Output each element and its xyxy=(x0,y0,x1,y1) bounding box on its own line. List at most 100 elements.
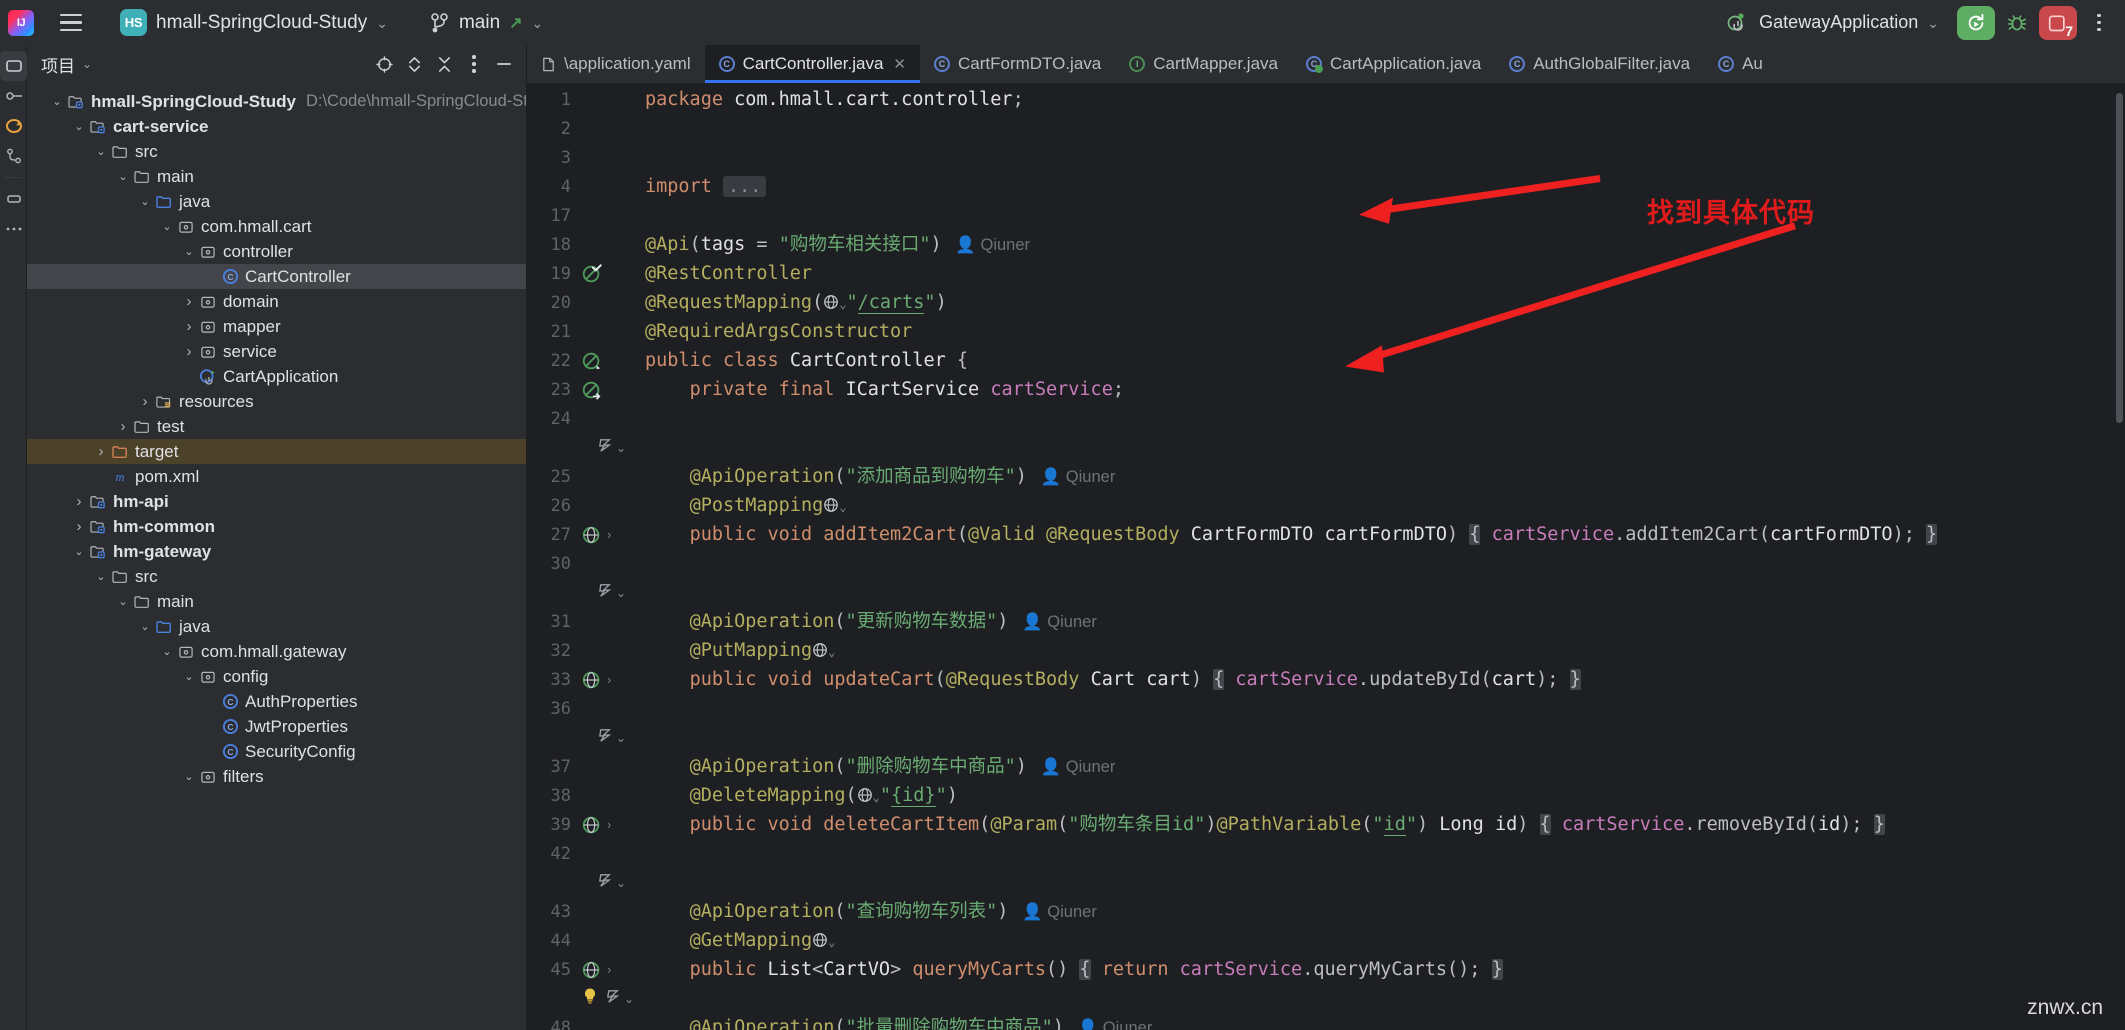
tree-item-resources[interactable]: › resources xyxy=(27,389,526,414)
fold-arrow-icon[interactable]: › xyxy=(607,527,611,542)
chevron-down-icon[interactable]: ⌄ xyxy=(137,620,153,633)
mapping-chevron-down-icon[interactable]: ⌄ xyxy=(873,790,880,804)
web-mapping-icon[interactable] xyxy=(823,294,839,310)
editor-tab-authglobalfilterjava[interactable]: C AuthGlobalFilter.java xyxy=(1495,45,1704,83)
tool-window-pull-requests[interactable] xyxy=(0,141,27,171)
fold-arrow-icon[interactable]: › xyxy=(607,817,611,832)
editor-tab-cartcontrollerjava[interactable]: C CartController.java ✕ xyxy=(704,45,921,83)
bean-chevron-down-icon[interactable]: ⌄ xyxy=(616,441,626,455)
tree-item-service[interactable]: › service xyxy=(27,339,526,364)
chevron-down-icon[interactable]: ⌄ xyxy=(181,670,197,683)
tree-item-hm-common[interactable]: › hm-common xyxy=(27,514,526,539)
tree-item-config[interactable]: ⌄ config xyxy=(27,664,526,689)
gutter-implementation-icon[interactable] xyxy=(581,379,603,401)
tree-item-filters[interactable]: ⌄ filters xyxy=(27,764,526,789)
gutter-spring-bean-icon[interactable] xyxy=(597,582,614,604)
more-actions-button[interactable] xyxy=(2081,5,2117,41)
tree-item-java[interactable]: ⌄ java xyxy=(27,189,526,214)
chevron-right-icon[interactable]: › xyxy=(115,418,131,435)
gutter-run-icon[interactable] xyxy=(581,263,603,285)
tree-item-cart-service[interactable]: ⌄ cart-service xyxy=(27,114,526,139)
mapping-chevron-down-icon[interactable]: ⌄ xyxy=(839,500,846,514)
bean-chevron-down-icon[interactable]: ⌄ xyxy=(616,731,626,745)
chevron-right-icon[interactable]: › xyxy=(181,318,197,335)
tree-item-test[interactable]: › test xyxy=(27,414,526,439)
gutter-spring-bean-icon[interactable] xyxy=(605,988,622,1010)
tree-item-pom-xml[interactable]: m pom.xml xyxy=(27,464,526,489)
tool-window-services[interactable] xyxy=(0,184,27,214)
chevron-down-icon[interactable]: ⌄ xyxy=(49,95,65,108)
gutter-endpoint-run-icon[interactable] xyxy=(581,814,603,836)
tree-item-com-hmall-cart[interactable]: ⌄ com.hmall.cart xyxy=(27,214,526,239)
editor-tab-bar[interactable]: \application.yaml C CartController.java ✕ C C… xyxy=(527,45,2125,83)
tool-window-commit[interactable] xyxy=(0,81,27,111)
mapping-chevron-down-icon[interactable]: ⌄ xyxy=(828,935,835,949)
tree-item-com-hmall-gateway[interactable]: ⌄ com.hmall.gateway xyxy=(27,639,526,664)
tree-item-cartapplication[interactable]: CartApplication xyxy=(27,364,526,389)
tree-item-mapper[interactable]: › mapper xyxy=(27,314,526,339)
web-mapping-icon[interactable] xyxy=(857,787,873,803)
debug-button[interactable] xyxy=(1999,5,2035,41)
main-menu-icon[interactable] xyxy=(52,4,90,42)
tree-item-jwtproperties[interactable]: C JwtProperties xyxy=(27,714,526,739)
chevron-down-icon[interactable]: ⌄ xyxy=(71,120,87,133)
tree-item-main[interactable]: ⌄ main xyxy=(27,164,526,189)
chevron-right-icon[interactable]: › xyxy=(71,493,87,510)
scrollbar-thumb[interactable] xyxy=(2116,93,2123,423)
problems-button[interactable]: 7 xyxy=(2039,5,2077,40)
tree-item-domain[interactable]: › domain xyxy=(27,289,526,314)
chevron-down-icon[interactable]: ⌄ xyxy=(137,195,153,208)
chevron-right-icon[interactable]: › xyxy=(181,343,197,360)
gutter-endpoint-run-icon[interactable] xyxy=(581,524,603,546)
web-mapping-icon[interactable] xyxy=(812,642,828,658)
project-options-button[interactable] xyxy=(460,50,488,78)
chevron-right-icon[interactable]: › xyxy=(93,443,109,460)
editor-gutter[interactable]: 1 2 3 4 17 18 19 20 21 22 23 24 ⌄ 25 26 27 › 30 ⌄ 31 32 33 › 36… xyxy=(527,83,637,1030)
tree-item-main[interactable]: ⌄ main xyxy=(27,589,526,614)
bean-chevron-down-icon[interactable]: ⌄ xyxy=(616,876,626,890)
tree-item-hm-gateway[interactable]: ⌄ hm-gateway xyxy=(27,539,526,564)
chevron-down-icon[interactable]: ⌄ xyxy=(181,245,197,258)
gutter-spring-bean-icon[interactable] xyxy=(597,727,614,749)
fold-arrow-icon[interactable]: › xyxy=(607,672,611,687)
code-editor[interactable]: 1 2 3 4 17 18 19 20 21 22 23 24 ⌄ 25 26 27 › 30 ⌄ 31 32 33 › 36… xyxy=(527,83,2125,1030)
bean-chevron-down-icon[interactable]: ⌄ xyxy=(616,586,626,600)
mapping-chevron-down-icon[interactable]: ⌄ xyxy=(828,645,835,659)
tree-item-controller[interactable]: ⌄ controller xyxy=(27,239,526,264)
gutter-endpoint-run-icon[interactable] xyxy=(581,669,603,691)
run-button[interactable] xyxy=(1957,5,1995,40)
editor-tab-au[interactable]: C Au xyxy=(1704,45,1777,83)
gutter-subclass-icon[interactable] xyxy=(581,350,603,372)
web-mapping-icon[interactable] xyxy=(823,497,839,513)
web-mapping-icon[interactable] xyxy=(812,932,828,948)
tool-window-maven[interactable] xyxy=(0,111,27,141)
tree-item-src[interactable]: ⌄ src xyxy=(27,564,526,589)
chevron-down-icon[interactable]: ⌄ xyxy=(159,645,175,658)
project-selector[interactable]: HS hmall-SpringCloud-Study ⌄ xyxy=(112,5,396,40)
hide-panel-button[interactable] xyxy=(490,50,518,78)
project-view-chevron-down-icon[interactable]: ⌄ xyxy=(82,57,92,71)
gutter-spring-bean-icon[interactable] xyxy=(597,437,614,459)
gutter-spring-bean-icon[interactable] xyxy=(597,872,614,894)
tree-item-authproperties[interactable]: C AuthProperties xyxy=(27,689,526,714)
gutter-endpoint-run-icon[interactable] xyxy=(581,959,603,981)
chevron-down-icon[interactable]: ⌄ xyxy=(181,770,197,783)
fold-arrow-icon[interactable]: › xyxy=(607,962,611,977)
chevron-right-icon[interactable]: › xyxy=(181,293,197,310)
tree-item-src[interactable]: ⌄ src xyxy=(27,139,526,164)
tree-item-target[interactable]: › target xyxy=(27,439,526,464)
chevron-down-icon[interactable]: ⌄ xyxy=(159,220,175,233)
chevron-down-icon[interactable]: ⌄ xyxy=(93,145,109,158)
run-configuration-selector[interactable]: GatewayApplication ⌄ xyxy=(1718,8,1947,38)
chevron-down-icon[interactable]: ⌄ xyxy=(115,595,131,608)
expand-collapse-button[interactable] xyxy=(400,50,428,78)
editor-tab-cartmapperjava[interactable]: I CartMapper.java xyxy=(1115,45,1292,83)
editor-tab-cartformdtojava[interactable]: C CartFormDTO.java xyxy=(920,45,1115,83)
code-content[interactable]: package com.hmall.cart.controller; import… xyxy=(637,83,2125,1030)
close-tab-icon[interactable]: ✕ xyxy=(893,55,906,73)
editor-vertical-scrollbar[interactable] xyxy=(2115,83,2125,1030)
tree-item-hm-api[interactable]: › hm-api xyxy=(27,489,526,514)
gutter-intention-bulb-icon[interactable] xyxy=(581,987,599,1010)
collapse-all-button[interactable] xyxy=(430,50,458,78)
chevron-down-icon[interactable]: ⌄ xyxy=(115,170,131,183)
